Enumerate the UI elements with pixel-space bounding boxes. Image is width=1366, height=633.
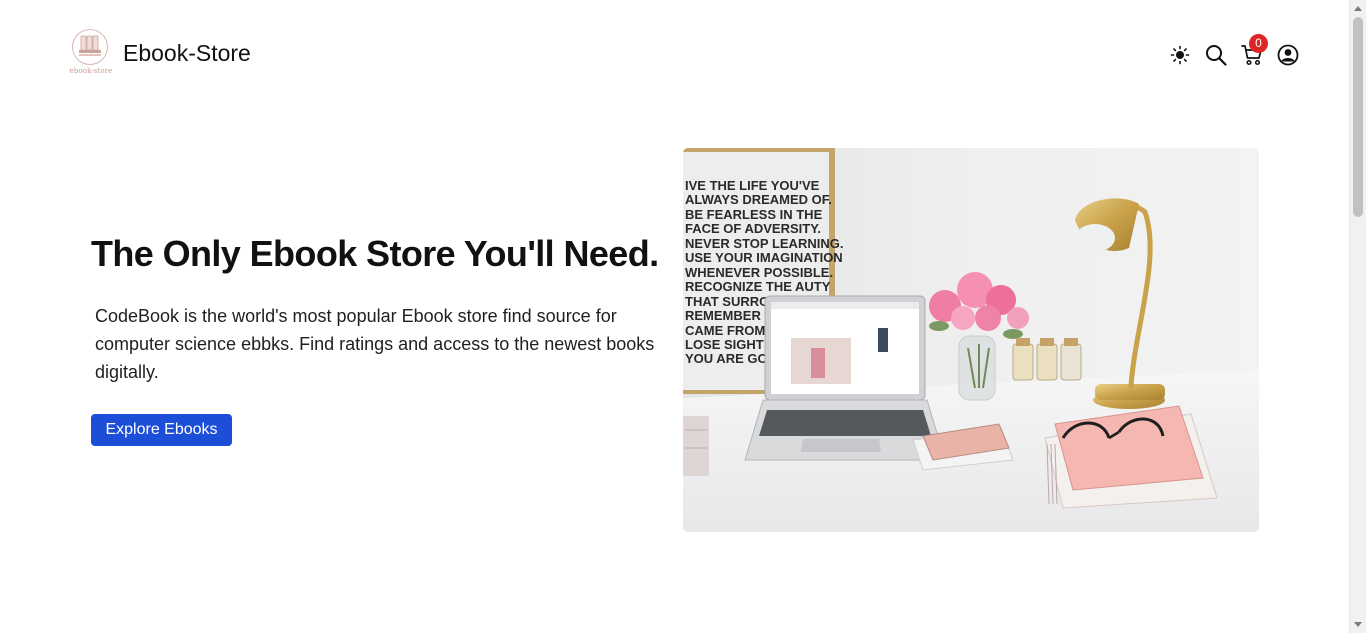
search-button[interactable] <box>1204 43 1228 67</box>
hero-description: CodeBook is the world's most popular Ebo… <box>95 306 655 382</box>
poster-line: RECOGNIZE THE AUTY <box>685 279 831 294</box>
book-stack-icon <box>79 35 101 56</box>
hero-title: The Only Ebook Store You'll Need. <box>91 233 659 274</box>
hero-image: IVE THE LIFE YOU'VE ALWAYS DREAMED OF. B… <box>683 148 1259 532</box>
poster-line: USE YOUR IMAGINATION <box>685 250 843 265</box>
account-button[interactable] <box>1276 43 1300 67</box>
page-scrollbar[interactable] <box>1349 0 1366 633</box>
poster-line: ALWAYS DREAMED OF. <box>685 192 832 207</box>
scroll-thumb[interactable] <box>1353 17 1363 217</box>
cart-count-badge: 0 <box>1249 34 1268 53</box>
brand-name[interactable]: Ebook-Store <box>123 40 251 67</box>
poster-line: BE FEARLESS IN THE <box>685 207 823 222</box>
header-actions: 0 <box>1156 34 1300 67</box>
search-icon <box>1206 45 1227 66</box>
user-icon <box>1277 44 1299 66</box>
poster-line: WHENEVER POSSIBLE. <box>685 265 833 280</box>
poster-line: YOU ARE GO <box>685 351 768 366</box>
explore-ebooks-button[interactable]: Explore Ebooks <box>91 414 232 446</box>
cart-button[interactable]: 0 <box>1240 34 1268 67</box>
sun-icon <box>1170 45 1190 65</box>
scroll-up-arrow-icon[interactable] <box>1354 6 1362 11</box>
desk-scene-illustration: IVE THE LIFE YOU'VE ALWAYS DREAMED OF. B… <box>683 148 1259 532</box>
brand-link[interactable]: ebook-store Ebook-Store <box>68 29 251 77</box>
logo-caption: ebook-store <box>69 67 113 75</box>
page: ebook-store Ebook-Store 0 The Only Ebook… <box>0 0 1349 633</box>
logo: ebook-store <box>68 29 114 77</box>
poster-line: IVE THE LIFE YOU'VE <box>685 178 820 193</box>
theme-toggle-button[interactable] <box>1168 43 1192 67</box>
poster-line: NEVER STOP LEARNING. <box>685 236 843 251</box>
poster-line: FACE OF ADVERSITY. <box>685 221 821 236</box>
scroll-down-arrow-icon[interactable] <box>1354 622 1362 627</box>
